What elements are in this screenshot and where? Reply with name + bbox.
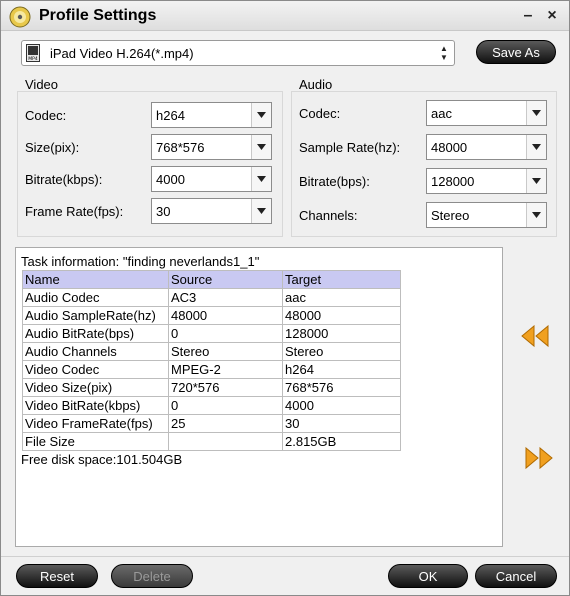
chevron-down-icon xyxy=(251,199,271,223)
task-info-title: Task information: "finding neverlands1_1… xyxy=(21,254,260,269)
video-framerate-value: 30 xyxy=(156,204,171,219)
table-header-row: Name Source Target xyxy=(22,270,401,289)
table-cell: MPEG-2 xyxy=(168,360,283,379)
video-codec-label: Codec: xyxy=(25,108,67,123)
table-cell: Audio Channels xyxy=(22,342,169,361)
reset-button[interactable]: Reset xyxy=(16,564,98,588)
table-cell: AC3 xyxy=(168,288,283,307)
audio-codec-value: aac xyxy=(431,106,452,121)
cancel-button[interactable]: Cancel xyxy=(475,564,557,588)
app-disc-icon xyxy=(9,6,31,28)
audio-codec-label: Codec: xyxy=(299,106,341,121)
table-cell: 720*576 xyxy=(168,378,283,397)
task-info-panel: Task information: "finding neverlands1_1… xyxy=(15,247,503,547)
video-codec-combo[interactable]: h264 xyxy=(151,102,272,128)
table-cell: h264 xyxy=(282,360,401,379)
table-header-cell: Name xyxy=(22,270,169,289)
audio-samplerate-value: 48000 xyxy=(431,140,468,155)
next-arrow-icon[interactable] xyxy=(522,446,554,470)
table-cell: File Size xyxy=(22,432,169,451)
table-row: Audio Codec AC3 aac xyxy=(22,288,401,307)
delete-button[interactable]: Delete xyxy=(111,564,193,588)
audio-channels-combo[interactable]: Stereo xyxy=(426,202,547,228)
table-cell: Video Codec xyxy=(22,360,169,379)
chevron-down-icon xyxy=(526,169,546,193)
ok-button[interactable]: OK xyxy=(388,564,468,588)
table-cell: 128000 xyxy=(282,324,401,343)
table-header-cell: Target xyxy=(282,270,401,289)
video-framerate-label: Frame Rate(fps): xyxy=(25,204,124,219)
chevron-down-icon xyxy=(251,167,271,191)
task-info-table: Name Source Target Audio Codec AC3 aac A… xyxy=(22,270,401,451)
table-row: Audio Channels Stereo Stereo xyxy=(22,342,401,361)
table-cell: Video Size(pix) xyxy=(22,378,169,397)
audio-group-label: Audio xyxy=(299,77,333,92)
table-cell: Audio SampleRate(hz) xyxy=(22,306,169,325)
video-size-combo[interactable]: 768*576 xyxy=(151,134,272,160)
table-cell: aac xyxy=(282,288,401,307)
audio-codec-combo[interactable]: aac xyxy=(426,100,547,126)
title-bar[interactable]: Profile Settings – × xyxy=(1,1,569,31)
audio-samplerate-combo[interactable]: 48000 xyxy=(426,134,547,160)
table-cell: Video BitRate(kbps) xyxy=(22,396,169,415)
close-button[interactable]: × xyxy=(543,7,561,25)
bottom-separator xyxy=(1,556,569,557)
table-row: Audio SampleRate(hz) 48000 48000 xyxy=(22,306,401,325)
table-header-cell: Source xyxy=(168,270,283,289)
chevron-down-icon xyxy=(251,103,271,127)
updown-arrows-icon: ▲ ▼ xyxy=(440,44,448,62)
table-cell: 2.815GB xyxy=(282,432,401,451)
audio-bitrate-value: 128000 xyxy=(431,174,475,189)
video-framerate-combo[interactable]: 30 xyxy=(151,198,272,224)
table-cell: Stereo xyxy=(168,342,283,361)
audio-channels-value: Stereo xyxy=(431,208,470,223)
table-row: Video FrameRate(fps) 25 30 xyxy=(22,414,401,433)
mp4-badge-label: MP4 xyxy=(28,56,38,62)
video-bitrate-label: Bitrate(kbps): xyxy=(25,172,103,187)
save-as-button[interactable]: Save As xyxy=(476,40,556,64)
table-cell: 30 xyxy=(282,414,401,433)
table-cell: Audio BitRate(bps) xyxy=(22,324,169,343)
minimize-button[interactable]: – xyxy=(519,7,537,25)
chevron-down-icon xyxy=(526,203,546,227)
table-cell: 0 xyxy=(168,324,283,343)
chevron-down-icon xyxy=(526,101,546,125)
chevron-down-icon xyxy=(251,135,271,159)
table-row: File Size 2.815GB xyxy=(22,432,401,451)
table-cell: Video FrameRate(fps) xyxy=(22,414,169,433)
table-row: Video BitRate(kbps) 0 4000 xyxy=(22,396,401,415)
table-cell: 4000 xyxy=(282,396,401,415)
table-cell: 0 xyxy=(168,396,283,415)
table-row: Video Size(pix) 720*576 768*576 xyxy=(22,378,401,397)
video-bitrate-value: 4000 xyxy=(156,172,185,187)
table-cell: 25 xyxy=(168,414,283,433)
audio-bitrate-combo[interactable]: 128000 xyxy=(426,168,547,194)
video-bitrate-combo[interactable]: 4000 xyxy=(151,166,272,192)
video-size-value: 768*576 xyxy=(156,140,205,155)
video-size-label: Size(pix): xyxy=(25,140,80,155)
table-cell xyxy=(168,432,283,451)
table-cell: Audio Codec xyxy=(22,288,169,307)
table-cell: 48000 xyxy=(168,306,283,325)
table-cell: Stereo xyxy=(282,342,401,361)
window-title: Profile Settings xyxy=(39,7,157,24)
chevron-down-icon xyxy=(526,135,546,159)
free-disk-space: Free disk space:101.504GB xyxy=(21,452,183,467)
previous-arrow-icon[interactable] xyxy=(520,324,552,348)
audio-channels-label: Channels: xyxy=(299,208,358,223)
audio-samplerate-label: Sample Rate(hz): xyxy=(299,140,401,155)
audio-bitrate-label: Bitrate(bps): xyxy=(299,174,370,189)
table-cell: 48000 xyxy=(282,306,401,325)
table-row: Video Codec MPEG-2 h264 xyxy=(22,360,401,379)
video-codec-value: h264 xyxy=(156,108,185,123)
profile-dropdown[interactable]: MP4 iPad Video H.264(*.mp4) ▲ ▼ xyxy=(21,40,455,66)
profile-settings-window: Profile Settings – × MP4 iPad Video H.26… xyxy=(0,0,570,596)
mp4-file-icon: MP4 xyxy=(26,44,40,62)
table-row: Audio BitRate(bps) 0 128000 xyxy=(22,324,401,343)
table-cell: 768*576 xyxy=(282,378,401,397)
video-group-label: Video xyxy=(25,77,59,92)
profile-selected-value: iPad Video H.264(*.mp4) xyxy=(50,46,194,61)
